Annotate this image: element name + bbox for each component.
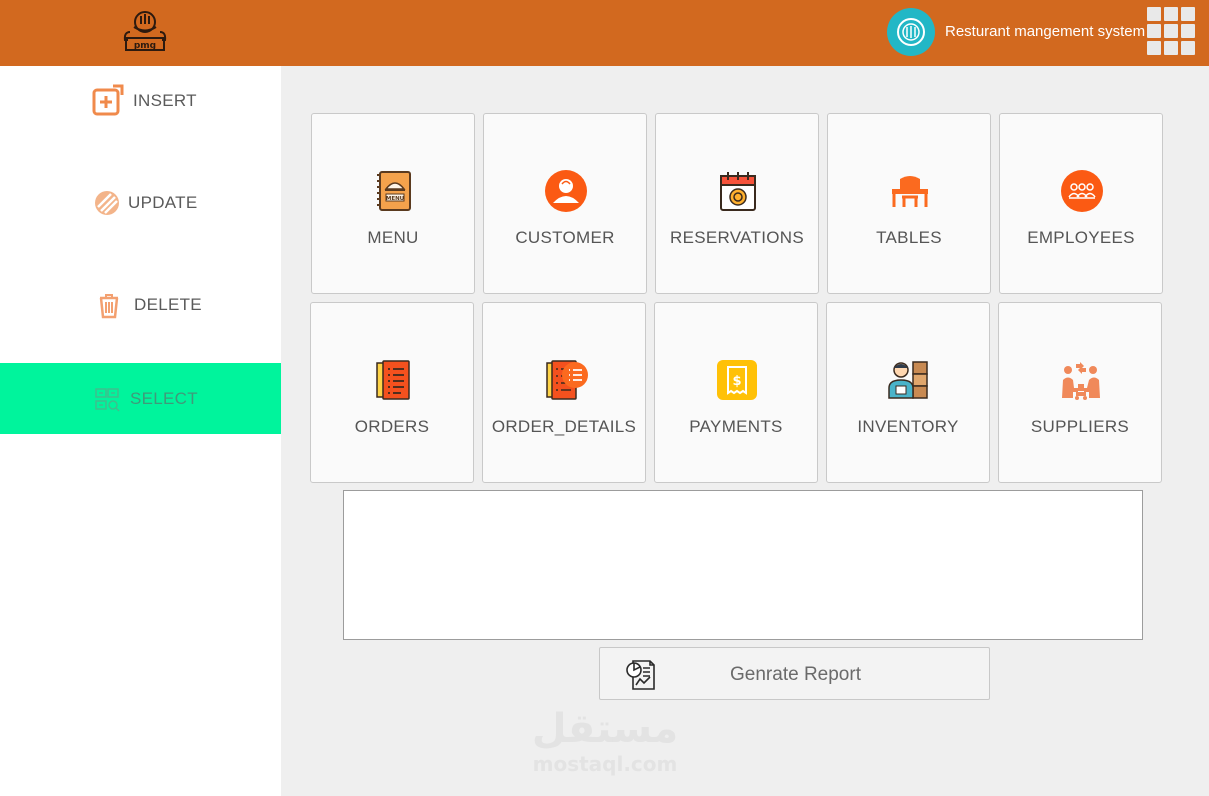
sidebar: INSERT UPDATE DELETE SELECT: [0, 66, 281, 796]
tile-customer[interactable]: CUSTOMER: [483, 113, 647, 294]
calendar-icon: [720, 172, 756, 211]
tile-label: CUSTOMER: [515, 228, 615, 247]
sidebar-item-delete[interactable]: DELETE: [0, 282, 281, 328]
payment-receipt-icon: $: [717, 360, 757, 400]
sidebar-item-label: SELECT: [130, 388, 198, 408]
tile-label: RESERVATIONS: [670, 228, 804, 247]
generate-report-label: Genrate Report: [730, 664, 861, 685]
tile-tables[interactable]: TABLES: [827, 113, 991, 294]
sidebar-item-label: UPDATE: [128, 193, 198, 212]
tile-label: SUPPLIERS: [1030, 417, 1130, 436]
tile-label: TABLES: [876, 228, 942, 247]
generate-report-button[interactable]: Genrate Report: [599, 647, 990, 700]
svg-text:pmg: pmg: [134, 41, 156, 51]
sidebar-item-label: INSERT: [133, 91, 197, 110]
sidebar-item-update[interactable]: UPDATE: [0, 180, 281, 226]
tile-orders[interactable]: ORDERS: [310, 302, 474, 483]
app-title: Resturant mangement system: [945, 23, 1146, 40]
employees-icon: [1061, 170, 1103, 212]
sidebar-item-insert[interactable]: INSERT: [0, 78, 281, 124]
watermark-arabic: مستقل: [531, 706, 679, 752]
grid-apps-icon[interactable]: [1147, 7, 1195, 55]
tile-suppliers[interactable]: SUPPLIERS: [998, 302, 1162, 483]
svg-text:MENU: MENU: [386, 196, 404, 202]
menu-book-icon: MENU: [377, 171, 411, 211]
sidebar-item-label: DELETE: [134, 295, 202, 314]
update-stripes-icon: [92, 186, 122, 220]
top-bar: pmg Resturant mangement system: [0, 0, 1209, 66]
tile-label: ORDER_DETAILS: [491, 417, 637, 436]
restaurant-badge-icon: [887, 8, 935, 56]
add-square-icon: [91, 84, 125, 118]
tile-payments[interactable]: $ PAYMENTS: [654, 302, 818, 483]
tile-inventory[interactable]: INVENTORY: [826, 302, 990, 483]
svg-text:$: $: [732, 374, 741, 389]
results-output-area[interactable]: [343, 490, 1143, 640]
dining-table-icon: [892, 176, 928, 207]
order-details-icon: [546, 360, 588, 400]
customer-icon: [545, 170, 587, 212]
tile-order-details[interactable]: ORDER_DETAILS: [482, 302, 646, 483]
tile-label: INVENTORY: [857, 417, 959, 436]
tile-label: ORDERS: [354, 417, 430, 436]
tile-label: MENU: [367, 228, 419, 247]
watermark-latin: mostaql.com: [532, 752, 678, 776]
inventory-worker-icon: [888, 361, 928, 399]
tile-label: EMPLOYEES: [1027, 228, 1135, 247]
select-table-icon: [92, 382, 122, 416]
trash-icon: [92, 288, 126, 322]
sidebar-item-select[interactable]: SELECT: [0, 363, 281, 434]
orders-list-icon: [376, 360, 410, 400]
tile-menu[interactable]: MENU MENU: [311, 113, 475, 294]
suppliers-icon: [1062, 362, 1100, 400]
tile-label: PAYMENTS: [689, 417, 783, 436]
watermark: مستقل mostaql.com: [530, 705, 680, 775]
tile-employees[interactable]: EMPLOYEES: [999, 113, 1163, 294]
restaurant-logo-icon: pmg: [123, 11, 167, 51]
tile-reservations[interactable]: RESERVATIONS: [655, 113, 819, 294]
